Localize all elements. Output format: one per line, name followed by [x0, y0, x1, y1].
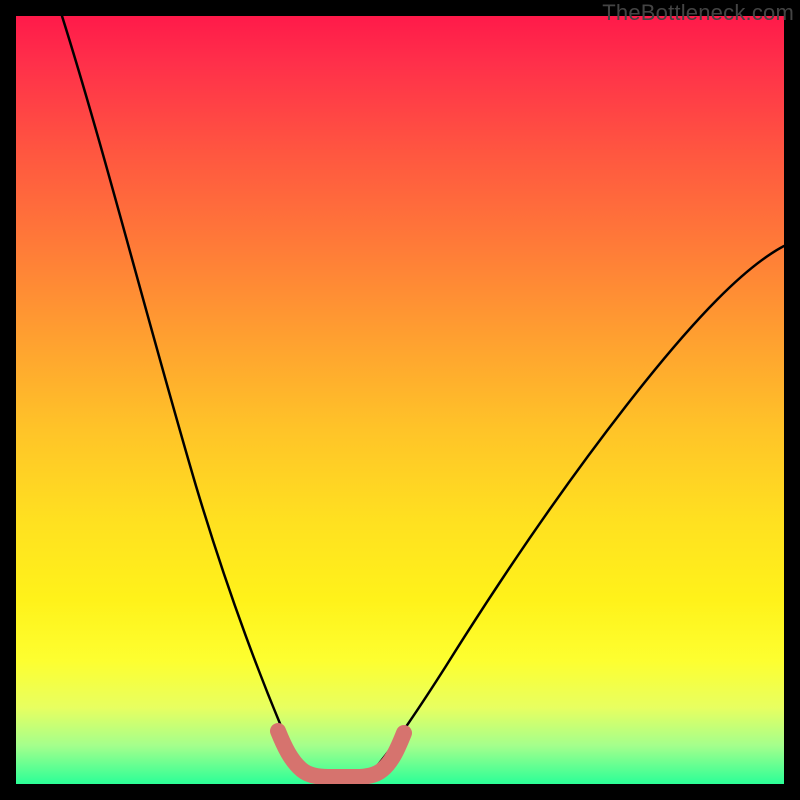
right-curve: [372, 246, 784, 772]
left-curve: [62, 16, 306, 772]
watermark-text: TheBottleneck.com: [602, 0, 794, 26]
curve-overlay: [16, 16, 784, 784]
plot-area: [16, 16, 784, 784]
outer-frame: TheBottleneck.com: [0, 0, 800, 800]
